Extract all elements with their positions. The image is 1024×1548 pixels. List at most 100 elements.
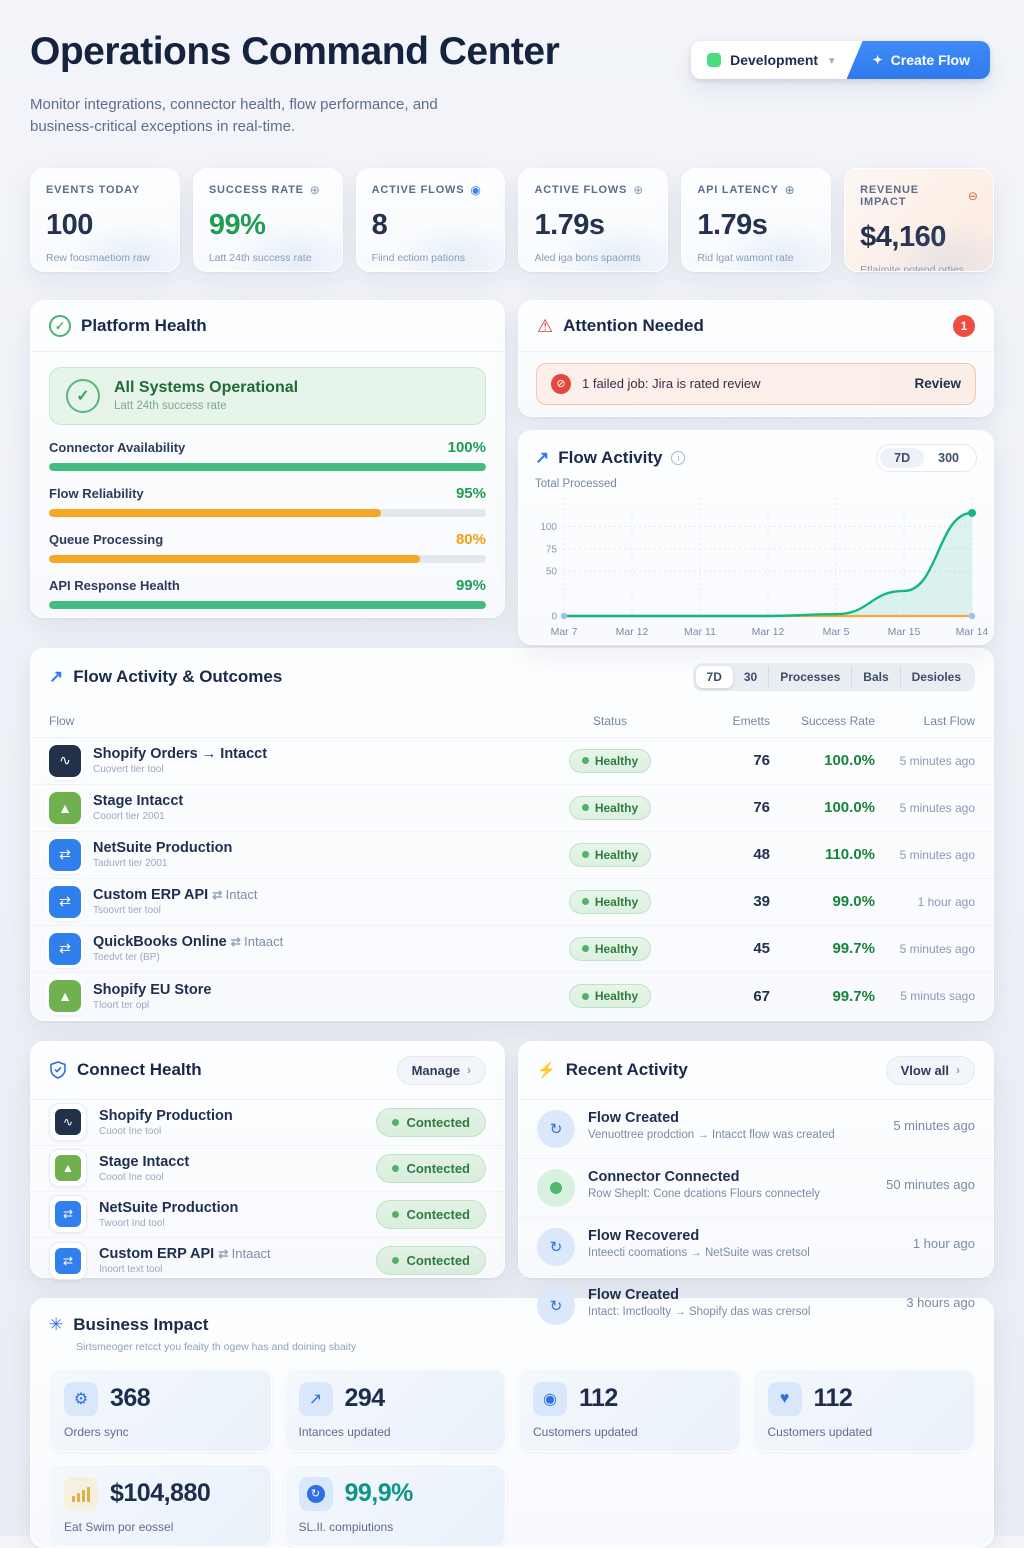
metric-label: Flow Reliability bbox=[49, 486, 144, 501]
success-rate: 100.0% bbox=[770, 799, 875, 816]
events-count: 67 bbox=[680, 988, 770, 1005]
table-filter-desioles[interactable]: Desioles bbox=[900, 666, 972, 688]
range-pill-300[interactable]: 300 bbox=[924, 448, 973, 468]
table-filter-30[interactable]: 30 bbox=[733, 666, 768, 688]
check-circle-icon: ✓ bbox=[66, 379, 100, 413]
environment-selector[interactable]: Development ▾ bbox=[691, 41, 860, 79]
connector-row[interactable]: ▲Stage IntacctCooot Ine coolContected bbox=[31, 1146, 504, 1192]
attention-count-badge: 1 bbox=[953, 315, 975, 337]
impact-stats-grid: ⚙368Orders sync↗294Intances updated◉112C… bbox=[49, 1369, 975, 1547]
failed-job-alert[interactable]: ⊘ 1 failed job: Jira is rated review Rev… bbox=[536, 363, 976, 405]
range-pill-7d[interactable]: 7D bbox=[880, 448, 924, 468]
eye-icon: ◉ bbox=[533, 1382, 567, 1416]
status-dot-icon bbox=[582, 804, 589, 811]
events-count: 39 bbox=[680, 893, 770, 910]
kpi-label-row: SUCCESS RATE⊕ bbox=[209, 184, 327, 196]
progress-fill bbox=[49, 463, 486, 471]
warning-triangle-icon: ⚠ bbox=[537, 317, 553, 335]
activity-item[interactable]: ↻Flow CreatedIntact: Imctloolty → Shopif… bbox=[519, 1277, 993, 1335]
column-header-status: Status bbox=[540, 714, 680, 728]
kpi-label-row: REVENUE IMPACT⊖ bbox=[860, 184, 978, 208]
connector-row[interactable]: ⇄NetSuite ProductionTwoort Ind toolConte… bbox=[31, 1192, 504, 1238]
status-dot-icon bbox=[582, 945, 589, 952]
connector-icon: ⇄ bbox=[49, 933, 81, 965]
status-label: Healthy bbox=[595, 895, 638, 909]
refresh-glyph: ↻ bbox=[550, 1120, 563, 1138]
connector-row[interactable]: ⇄Custom ERP API ⇄ IntaactInoort text too… bbox=[31, 1238, 504, 1284]
column-header-success-rate: Success Rate bbox=[770, 714, 875, 728]
create-flow-label: Create Flow bbox=[891, 52, 970, 68]
shield-icon bbox=[49, 1061, 67, 1079]
chevron-right-icon: › bbox=[956, 1063, 960, 1077]
health-metric: Flow Reliability95% bbox=[49, 485, 486, 517]
connector-icon: ∿ bbox=[49, 745, 81, 777]
check-circle-icon: ✓ bbox=[49, 315, 71, 337]
impact-stat-label: Customers updated bbox=[768, 1425, 961, 1439]
table-row[interactable]: ▲Shopify EU StoreTloort ter oplHealthy67… bbox=[31, 973, 993, 1020]
flow-cell: ⇄QuickBooks Online ⇄ IntaactToedvt ter (… bbox=[49, 933, 540, 965]
activity-body: Flow CreatedIntact: Imctloolty → Shopify… bbox=[588, 1287, 810, 1318]
table-filter-7d[interactable]: 7D bbox=[696, 666, 733, 688]
recent-activity-card: ⚡ Recent Activity Vlow all › ↻Flow Creat… bbox=[518, 1041, 994, 1278]
success-rate: 99.7% bbox=[770, 988, 875, 1005]
activity-item[interactable]: ↻Flow RecoveredInteecti coomations → Net… bbox=[519, 1218, 993, 1277]
flow-cell: ▲Shopify EU StoreTloort ter opl bbox=[49, 980, 540, 1012]
trend-icon: ↗ bbox=[299, 1382, 333, 1416]
flow-name-block: Shopify Orders → IntacctCuovert tier too… bbox=[93, 746, 267, 775]
status-badge: Healthy bbox=[569, 749, 651, 773]
metric-value: 99% bbox=[456, 577, 486, 594]
table-row[interactable]: ∿ Shopify Orders → IntacctCuovert tier to… bbox=[31, 738, 993, 785]
progress-track bbox=[49, 463, 486, 471]
metric-value: 80% bbox=[456, 531, 486, 548]
view-all-button[interactable]: Vlow all › bbox=[886, 1056, 975, 1085]
last-flow-time: 5 minutes ago bbox=[875, 801, 975, 815]
activity-body: Flow CreatedVenuottree prodction → Intac… bbox=[588, 1110, 835, 1141]
success-rate: 100.0% bbox=[770, 752, 875, 769]
flows-table-header: ↗ Flow Activity & Outcomes 7D30Processes… bbox=[31, 649, 993, 705]
health-metric: Queue Processing 80% bbox=[49, 531, 486, 563]
connector-icon-frame: ⇄ bbox=[49, 1242, 87, 1280]
stat-indicator-icon: ⊕ bbox=[633, 184, 643, 196]
connector-name: Stage Intacct bbox=[99, 1154, 189, 1170]
impact-stat-card: ◉112Customers updated bbox=[518, 1369, 741, 1452]
activity-item[interactable]: Connector ConnectedRow Sheplt: Cone dcat… bbox=[519, 1159, 993, 1218]
kpi-label: API LATENCY bbox=[697, 184, 778, 196]
gear-icon: ⚙ bbox=[64, 1382, 98, 1416]
connector-row[interactable]: ∿Shopify ProductionCuoot Ine toolContect… bbox=[31, 1100, 504, 1146]
table-row[interactable]: ⇄QuickBooks Online ⇄ IntaactToedvt ter (… bbox=[31, 926, 993, 973]
connection-status-label: Contected bbox=[406, 1253, 470, 1268]
impact-stat-value: 112 bbox=[579, 1384, 618, 1413]
connection-status-label: Contected bbox=[406, 1115, 470, 1130]
progress-track bbox=[49, 555, 486, 563]
view-all-label: Vlow all bbox=[901, 1063, 949, 1078]
table-row[interactable]: ▲Stage IntacctCooort tier 2001Healthy761… bbox=[31, 785, 993, 832]
svg-text:Mar 12: Mar 12 bbox=[752, 626, 785, 638]
connector-icon: ⇄ bbox=[55, 1201, 81, 1227]
connector-name-block: Shopify ProductionCuoot Ine tool bbox=[99, 1108, 233, 1137]
table-column-headers: FlowStatusEmettsSuccess RateLast Flow bbox=[31, 705, 993, 738]
flow-cell: ⇄Custom ERP API ⇄ IntactTsoovrt tier too… bbox=[49, 886, 540, 918]
metric-label: Queue Processing bbox=[49, 532, 163, 547]
status-badge: Healthy bbox=[569, 937, 651, 961]
events-count: 76 bbox=[680, 752, 770, 769]
activity-description: Venuottree prodction → Intacct flow was … bbox=[588, 1129, 835, 1141]
flow-name-block: Custom ERP API ⇄ IntactTsoovrt tier tool bbox=[93, 887, 257, 916]
activity-item[interactable]: ↻ Flow CreatedVenuottree prodction → Inta… bbox=[519, 1100, 993, 1159]
flow-suffix: Intact bbox=[226, 887, 258, 902]
table-filter-bals[interactable]: Bals bbox=[851, 666, 899, 688]
metric-row: Queue Processing 80% bbox=[49, 531, 486, 548]
connector-name-block: Stage Intacct Cooot Ine cool bbox=[99, 1154, 189, 1183]
create-flow-button[interactable]: ✦ Create Flow bbox=[847, 41, 990, 79]
status-label: Healthy bbox=[595, 801, 638, 815]
review-link[interactable]: Review bbox=[914, 376, 961, 391]
connect-health-header: Connect Health Manage › bbox=[31, 1042, 504, 1100]
page-header: Operations Command Center Monitor integr… bbox=[30, 0, 994, 138]
table-row[interactable]: ⇄NetSuite ProductionTaduvrt tier 2001Hea… bbox=[31, 832, 993, 879]
impact-stat-top: ◉ 112 bbox=[533, 1382, 726, 1416]
table-filter-processes[interactable]: Processes bbox=[768, 666, 851, 688]
impact-stat-top: ↻99,9% bbox=[299, 1477, 492, 1511]
manage-button[interactable]: Manage › bbox=[397, 1056, 486, 1085]
connector-subtitle: Cooot Ine cool bbox=[99, 1172, 189, 1183]
table-row[interactable]: ⇄Custom ERP API ⇄ IntactTsoovrt tier too… bbox=[31, 879, 993, 926]
connector-name: NetSuite Production bbox=[99, 1200, 238, 1216]
